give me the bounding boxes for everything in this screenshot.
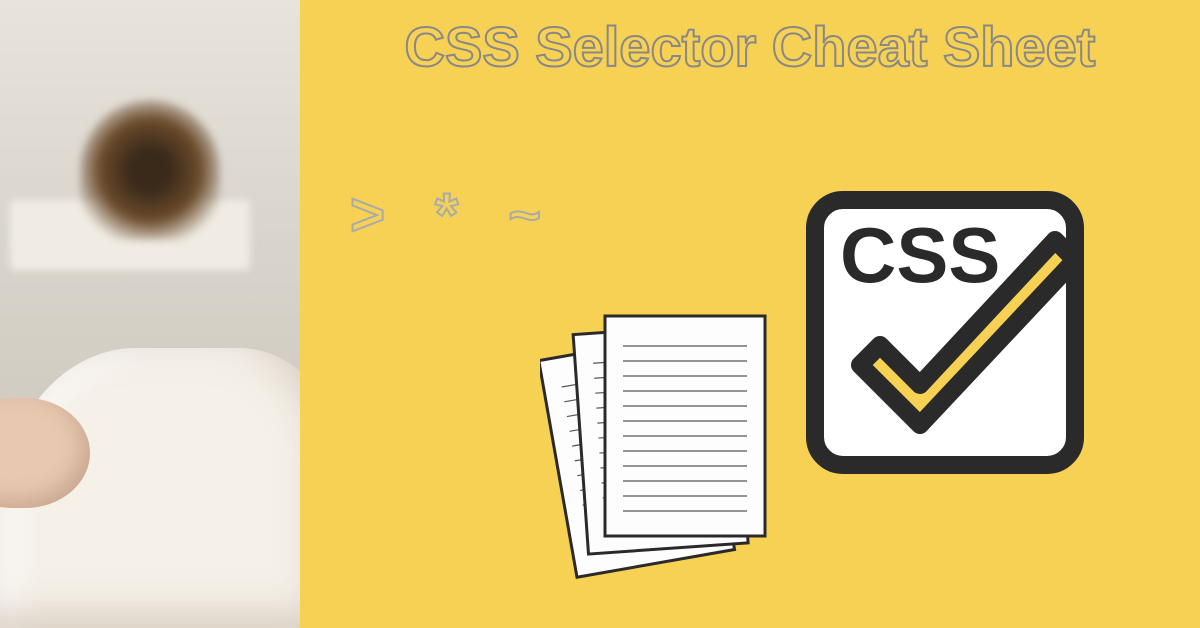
css-valid-badge-icon: CSS — [805, 190, 1085, 475]
sibling-combinator-symbol: ~ — [508, 187, 541, 243]
badge-text: CSS — [840, 211, 1000, 299]
content-panel: CSS Selector Cheat Sheet > * ~ CSS — [300, 0, 1200, 628]
selector-symbols: > * ~ — [350, 185, 541, 245]
hero-photo — [0, 0, 300, 628]
universal-selector-symbol: * — [435, 185, 458, 245]
page-title: CSS Selector Cheat Sheet — [360, 12, 1140, 82]
child-combinator-symbol: > — [350, 185, 385, 245]
document-stack-icon — [540, 298, 780, 608]
